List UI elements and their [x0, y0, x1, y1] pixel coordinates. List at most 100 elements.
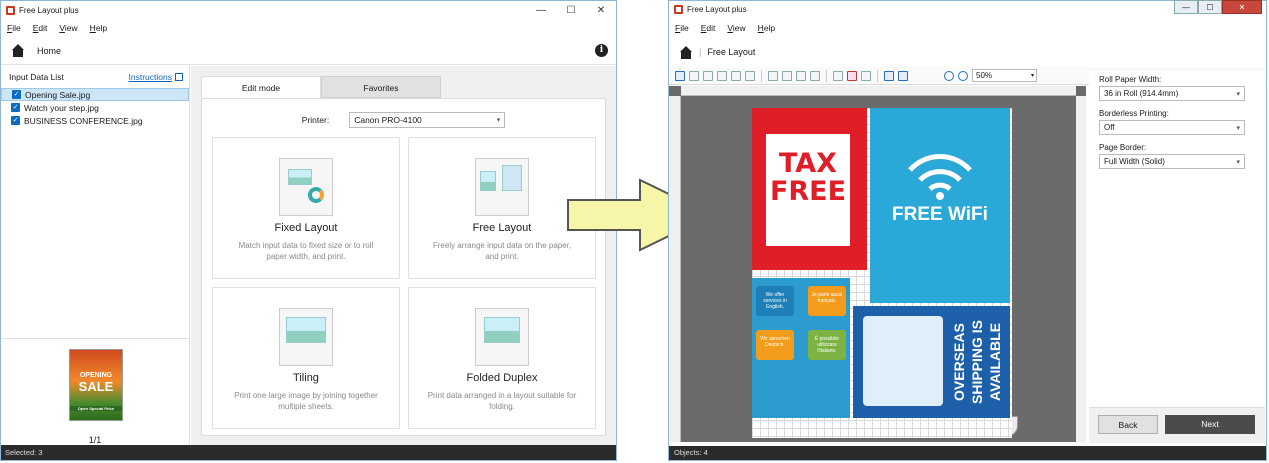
poster-free-wifi[interactable]: FREE WiFi [870, 108, 1010, 303]
breadcrumb: | Free Layout [669, 39, 1266, 65]
roll-paper-width-label: Roll Paper Width: [1099, 75, 1162, 84]
checkbox[interactable]: ✓ [11, 103, 20, 112]
menu-bar: File Edit View Help [1, 19, 616, 37]
borderless-printing-label: Borderless Printing: [1099, 109, 1169, 118]
menu-help[interactable]: Help [90, 23, 107, 33]
horizontal-ruler [681, 86, 1076, 96]
home-bar: Home i [1, 37, 616, 65]
paste-icon[interactable] [731, 70, 741, 81]
external-link-icon [175, 73, 183, 81]
next-button[interactable]: Next [1165, 415, 1255, 434]
wifi-icon [908, 154, 972, 200]
poster-languages[interactable]: We offer services in English. Je parle a… [752, 278, 850, 418]
bubble-french: Je parle aussi français. [808, 286, 846, 316]
borderless-printing-select[interactable]: Off ▾ [1099, 120, 1245, 135]
menu-edit[interactable]: Edit [33, 23, 48, 33]
settings-panel: Roll Paper Width: 36 in Roll (914.4mm) ▾ … [1089, 71, 1265, 443]
zoom-in-icon[interactable] [958, 70, 968, 81]
free-layout-plus-window-editor: Free Layout plus — ☐ ✕ File Edit View He… [668, 0, 1267, 461]
poster-overseas-shipping[interactable]: OVERSEAS SHIPPING IS AVAILABLE [853, 306, 1010, 418]
page-border-select[interactable]: Full Width (Solid) ▾ [1099, 154, 1245, 169]
menu-file[interactable]: File [7, 23, 21, 33]
delete-icon[interactable] [745, 70, 755, 81]
chevron-down-icon: ▾ [1030, 73, 1034, 79]
preview-area: OPENING SALE Open Special Price 1/1 [1, 338, 189, 446]
fit-icon[interactable] [810, 70, 820, 81]
close-button[interactable]: ✕ [586, 5, 616, 16]
chevron-down-icon: ▾ [1236, 158, 1240, 166]
preview-thumbnail[interactable]: OPENING SALE Open Special Price [69, 349, 123, 421]
roll-paper-width-select[interactable]: 36 in Roll (914.4mm) ▾ [1099, 86, 1245, 101]
edit-mode-panel: Printer: Canon PRO-4100 ▾ Fixed Layout M… [201, 98, 606, 436]
info-icon[interactable]: i [595, 44, 608, 57]
window-title: Free Layout plus [687, 4, 747, 14]
layout-selection-pane: Edit mode Favorites Printer: Canon PRO-4… [191, 66, 616, 446]
chevron-down-icon: ▾ [1236, 124, 1240, 132]
card-fixed-layout[interactable]: Fixed Layout Match input data to fixed s… [212, 137, 400, 279]
close-button[interactable]: ✕ [1222, 0, 1262, 14]
free-layout-illustration [475, 158, 529, 216]
title-bar: Free Layout plus — ☐ ✕ [669, 0, 1266, 17]
rotate-left-icon[interactable] [768, 70, 778, 81]
cut-icon[interactable] [703, 70, 713, 81]
layout-canvas[interactable]: TAX FREE FREE WiFi We offer services in … [669, 86, 1086, 442]
bubble-english: We offer services in English. [756, 286, 794, 316]
fixed-layout-illustration [279, 158, 333, 216]
zoom-out-icon[interactable] [944, 70, 954, 81]
file-item-business-conference[interactable]: ✓ BUSINESS CONFERENCE.jpg [1, 114, 189, 127]
status-bar: Selected: 3 [1, 445, 616, 460]
home-label: Home [37, 45, 62, 56]
menu-view[interactable]: View [727, 23, 745, 33]
shopping-bag-graphic: TAX FREE [766, 134, 850, 246]
menu-bar: File Edit View Help [669, 17, 1266, 39]
page-indicator: 1/1 [88, 435, 102, 445]
card-tiling[interactable]: Tiling Print one large image by joining … [212, 287, 400, 429]
breadcrumb-free-layout: Free Layout [707, 47, 756, 57]
bubble-german: Wir sprechen Deutsch. [756, 330, 794, 360]
redo-icon[interactable] [689, 70, 699, 81]
poster-tax-free[interactable]: TAX FREE [752, 108, 867, 270]
zoom-select[interactable]: 50% ▾ [972, 69, 1037, 82]
minimize-button[interactable]: — [1174, 0, 1198, 14]
instructions-link[interactable]: Instructions [129, 72, 183, 82]
minimize-button[interactable]: — [526, 5, 556, 16]
menu-help[interactable]: Help [758, 23, 775, 33]
folded-duplex-illustration [475, 308, 529, 366]
menu-file[interactable]: File [675, 23, 689, 33]
back-button[interactable]: Back [1098, 415, 1158, 434]
menu-view[interactable]: View [59, 23, 77, 33]
crop-icon[interactable] [796, 70, 806, 81]
undo-icon[interactable] [675, 70, 685, 81]
title-bar: Free Layout plus — ☐ ✕ [1, 1, 616, 19]
maximize-button[interactable]: ☐ [1198, 0, 1222, 14]
chevron-down-icon: ▾ [1236, 90, 1240, 98]
text-icon[interactable] [898, 70, 908, 81]
auto-layout-icon[interactable] [833, 70, 843, 81]
file-item-opening-sale[interactable]: ✓ Opening Sale.jpg [1, 88, 189, 101]
printer-label: Printer: [301, 115, 330, 125]
checkbox[interactable]: ✓ [12, 90, 21, 99]
menu-edit[interactable]: Edit [701, 23, 716, 33]
printer-select[interactable]: Canon PRO-4100 ▾ [349, 112, 506, 128]
home-icon[interactable] [679, 45, 693, 59]
app-icon [6, 5, 15, 15]
maximize-button[interactable]: ☐ [556, 5, 586, 16]
vertical-scrollbar[interactable] [1076, 96, 1086, 442]
home-icon[interactable] [11, 44, 25, 57]
tab-favorites[interactable]: Favorites [321, 76, 441, 98]
globe-graphic [863, 316, 943, 406]
rotate-right-icon[interactable] [782, 70, 792, 81]
bubble-italian: È possibile utilizzare l'italiano. [808, 330, 846, 360]
copy-icon[interactable] [717, 70, 727, 81]
card-folded-duplex[interactable]: Folded Duplex Print data arranged in a l… [408, 287, 596, 429]
roll-paper: TAX FREE FREE WiFi We offer services in … [752, 108, 1012, 438]
status-bar: Objects: 4 [669, 446, 1266, 460]
align-icon[interactable] [847, 70, 857, 81]
arrange-icon[interactable] [861, 70, 871, 81]
file-item-watch-your-step[interactable]: ✓ Watch your step.jpg [1, 101, 189, 114]
input-data-pane: Input Data List Instructions ✓ Opening S… [1, 66, 190, 446]
checkbox[interactable]: ✓ [11, 116, 20, 125]
vertical-ruler [669, 96, 681, 442]
grid-icon[interactable] [884, 70, 894, 81]
tab-edit-mode[interactable]: Edit mode [201, 76, 321, 98]
